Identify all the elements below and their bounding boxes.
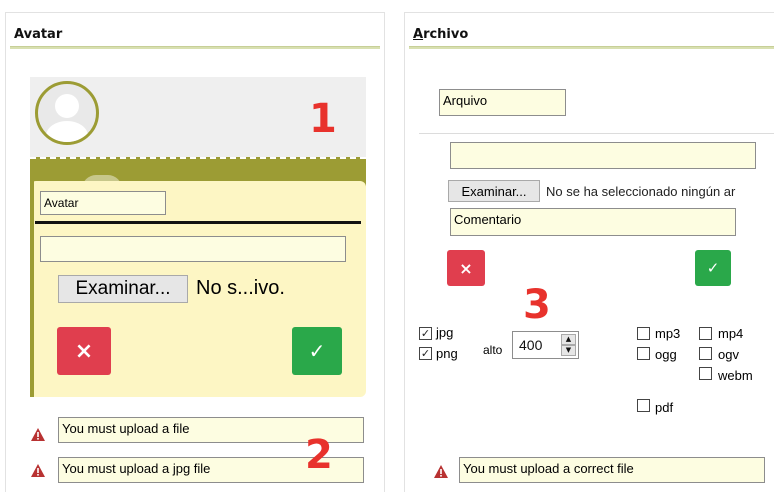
checkbox-mp4[interactable] xyxy=(699,327,712,340)
callout-number-1: 1 xyxy=(309,96,337,142)
close-icon: × xyxy=(459,258,473,278)
user-silhouette-icon xyxy=(46,94,88,142)
section-divider xyxy=(419,133,774,134)
avatar-cancel-button[interactable]: × xyxy=(57,327,111,375)
avatar-file-path-field[interactable] xyxy=(40,236,346,262)
avatar-image[interactable] xyxy=(35,81,99,145)
file-path-field[interactable] xyxy=(450,142,756,169)
checkbox-png[interactable]: ✓ xyxy=(419,347,432,360)
warning-icon xyxy=(31,464,45,477)
spinner-down-button[interactable]: ▼ xyxy=(561,345,576,356)
checkbox-jpg[interactable]: ✓ xyxy=(419,327,432,340)
spinner-up-button[interactable]: ▲ xyxy=(561,334,576,345)
height-spinner[interactable]: 400 ▲ ▼ xyxy=(512,331,579,359)
format-label-pdf: pdf xyxy=(655,400,674,415)
callout-number-3: 3 xyxy=(523,282,551,328)
avatar-browse-button[interactable]: Examinar... xyxy=(58,275,188,303)
error-message: You must upload a correct file xyxy=(459,457,765,483)
format-label-png: png xyxy=(436,346,458,361)
format-label-ogv: ogv xyxy=(718,347,739,362)
warning-icon xyxy=(31,428,45,441)
callout-number-2: 2 xyxy=(305,432,333,478)
format-label-mp3: mp3 xyxy=(655,326,681,341)
file-name-field[interactable]: Arquivo xyxy=(439,89,566,116)
checkbox-pdf[interactable] xyxy=(637,399,650,412)
file-cancel-button[interactable]: × xyxy=(447,250,485,286)
checkbox-ogv[interactable] xyxy=(699,347,712,360)
archivo-panel-title: Archivo xyxy=(413,27,469,42)
comment-field[interactable]: Comentario xyxy=(450,208,736,236)
format-label-mp4: mp4 xyxy=(718,326,744,341)
format-label-jpg: jpg xyxy=(436,325,454,340)
warning-icon xyxy=(434,465,448,478)
title-divider xyxy=(409,46,774,49)
file-status: No se ha seleccionado ningún ar xyxy=(546,184,736,199)
file-accept-button[interactable]: ✓ xyxy=(695,250,731,286)
format-label-webm: webm xyxy=(718,368,753,383)
archivo-panel: Archivo Arquivo Examinar... No se ha sel… xyxy=(404,12,774,492)
popup-left-edge xyxy=(30,181,34,397)
checkbox-webm[interactable] xyxy=(699,367,712,380)
title-divider xyxy=(10,46,380,49)
height-label: alto xyxy=(483,343,503,357)
format-label-ogg: ogg xyxy=(655,347,677,362)
close-icon: × xyxy=(74,338,94,364)
avatar-file-status: No s...ivo. xyxy=(196,277,285,299)
avatar-panel-title: Avatar xyxy=(14,27,63,42)
popup-separator xyxy=(35,221,361,224)
avatar-panel: Avatar 1 Avatar Examinar... No s...ivo. … xyxy=(5,12,385,492)
file-browse-button[interactable]: Examinar... xyxy=(448,180,540,202)
checkmark-icon: ✓ xyxy=(706,259,720,277)
checkmark-icon: ✓ xyxy=(308,339,326,363)
avatar-name-field[interactable]: Avatar xyxy=(40,191,166,215)
checkbox-mp3[interactable] xyxy=(637,327,650,340)
height-value: 400 xyxy=(519,337,543,353)
checkbox-ogg[interactable] xyxy=(637,347,650,360)
avatar-accept-button[interactable]: ✓ xyxy=(292,327,342,375)
